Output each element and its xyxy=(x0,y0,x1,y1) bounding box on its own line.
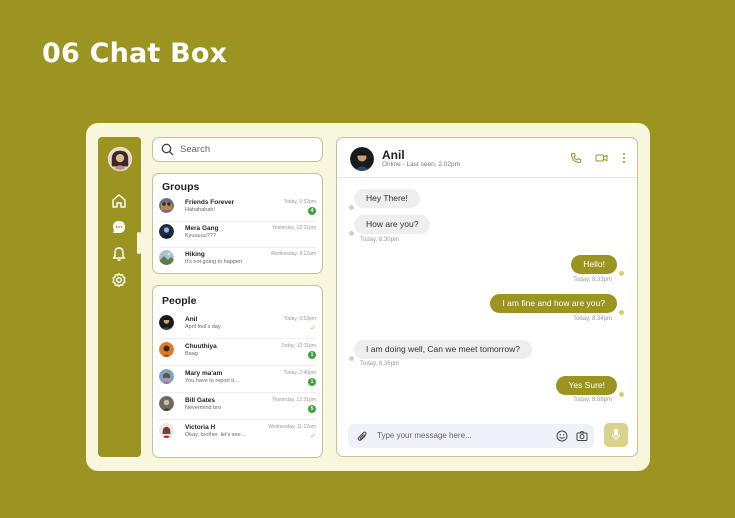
chat-icon[interactable] xyxy=(110,218,128,236)
avatar xyxy=(159,250,174,265)
home-icon[interactable] xyxy=(110,192,128,210)
read-check-icon: ✓ xyxy=(310,325,316,332)
person-time: Wednesday, 11:12am xyxy=(268,424,316,430)
avatar xyxy=(159,396,174,411)
unread-badge: 1 xyxy=(308,378,316,386)
read-check-icon: ✓ xyxy=(310,433,316,440)
person-name: Mary ma'am xyxy=(185,370,223,377)
chat-app-window: Search Groups Friends Forever Hahahahah!… xyxy=(86,123,650,471)
message-time: Today, 8.33pm xyxy=(573,277,612,283)
person-preview: Baag xyxy=(185,351,198,357)
person-name: Chuuthiya xyxy=(185,343,217,350)
groups-panel: Groups Friends Forever Hahahahah! Today,… xyxy=(152,173,323,274)
avatar xyxy=(159,342,174,357)
user-avatar[interactable] xyxy=(108,147,132,171)
contact-avatar[interactable] xyxy=(350,147,374,171)
unread-badge: 1 xyxy=(308,351,316,359)
search-icon xyxy=(161,143,174,156)
voice-message-button[interactable] xyxy=(604,423,628,447)
person-item-chuuthiya[interactable]: Chuuthiya Baag Today, 12:11pm 1 xyxy=(159,339,316,366)
bell-icon[interactable] xyxy=(110,245,128,263)
chat-header: Anil Online - Last seen, 2.02pm xyxy=(337,138,637,178)
camera-icon[interactable] xyxy=(576,430,588,442)
gear-icon[interactable] xyxy=(110,271,128,289)
person-preview: April fool's day xyxy=(185,324,221,330)
unread-badge: 4 xyxy=(308,207,316,215)
message-time: Today, 8.34pm xyxy=(573,316,612,322)
group-name: Mera Gang xyxy=(185,225,219,232)
message-bubble-incoming: How are you? xyxy=(354,215,431,234)
message-placeholder: Type your message here... xyxy=(377,431,472,440)
person-preview: Nevermind bro xyxy=(185,405,222,411)
people-title: People xyxy=(162,295,197,307)
person-time: Today, 9:52pm xyxy=(283,316,316,322)
contact-name: Anil xyxy=(382,148,405,162)
page-title: 06 Chat Box xyxy=(42,38,228,69)
person-item-victoria-h[interactable]: Victoria H Okay, brother. let's see... W… xyxy=(159,420,316,447)
message-dot xyxy=(619,271,624,276)
avatar xyxy=(159,198,174,213)
group-time: Today, 9:52pm xyxy=(283,199,316,205)
message-bubble-incoming: Hey There! xyxy=(354,189,420,208)
person-time: Today, 12:11pm xyxy=(281,343,316,349)
unread-badge: 5 xyxy=(308,405,316,413)
group-time: Wednesday, 9:12am xyxy=(270,251,316,257)
group-preview: It's not going to happen xyxy=(185,259,243,265)
group-item-friends-forever[interactable]: Friends Forever Hahahahah! Today, 9:52pm… xyxy=(159,195,316,222)
microphone-icon xyxy=(612,429,620,441)
active-indicator xyxy=(137,232,141,254)
phone-icon[interactable] xyxy=(570,152,582,164)
person-name: Anil xyxy=(185,316,198,323)
search-input[interactable]: Search xyxy=(152,137,323,162)
message-dot xyxy=(349,205,354,210)
avatar xyxy=(159,423,174,438)
group-item-hiking[interactable]: Hiking It's not going to happen Wednesda… xyxy=(159,247,316,271)
avatar xyxy=(159,315,174,330)
emoji-icon[interactable] xyxy=(556,430,568,442)
group-name: Hiking xyxy=(185,251,205,258)
message-time: Today, 8.30pm xyxy=(360,237,399,243)
message-dot xyxy=(619,310,624,315)
group-preview: Kyuuuuu??? xyxy=(185,233,216,239)
person-time: Yesterday, 12:31pm xyxy=(272,397,316,403)
message-dot xyxy=(349,356,354,361)
message-bubble-outgoing: Hello! xyxy=(571,255,617,274)
person-item-bill-gates[interactable]: Bill Gates Nevermind bro Yesterday, 12:3… xyxy=(159,393,316,420)
avatar xyxy=(159,369,174,384)
contact-status: Online - Last seen, 2.02pm xyxy=(382,161,461,168)
people-panel: People Anil April fool's day Today, 9:52… xyxy=(152,285,323,458)
message-input[interactable]: Type your message here... xyxy=(348,424,594,448)
sidebar xyxy=(98,137,141,457)
chat-window: Anil Online - Last seen, 2.02pm Hey Ther… xyxy=(336,137,638,457)
group-name: Friends Forever xyxy=(185,199,235,206)
person-preview: Okay, brother. let's see... xyxy=(185,432,246,438)
avatar xyxy=(159,224,174,239)
person-item-mary-maam[interactable]: Mary ma'am You have to report it... Toda… xyxy=(159,366,316,393)
message-bubble-outgoing: Yes Sure! xyxy=(556,376,617,395)
group-preview: Hahahahah! xyxy=(185,207,215,213)
message-bubble-outgoing: I am fine and how are you? xyxy=(490,294,617,313)
person-name: Bill Gates xyxy=(185,397,215,404)
group-time: Yesterday, 12:31pm xyxy=(272,225,316,231)
groups-title: Groups xyxy=(162,181,200,193)
person-name: Victoria H xyxy=(185,424,216,431)
video-call-icon[interactable] xyxy=(595,152,608,164)
message-time: Today, 8.58pm xyxy=(573,397,612,403)
group-item-mera-gang[interactable]: Mera Gang Kyuuuuu??? Yesterday, 12:31pm xyxy=(159,221,316,248)
more-options-icon[interactable] xyxy=(622,152,626,164)
person-item-anil[interactable]: Anil April fool's day Today, 9:52pm ✓ xyxy=(159,312,316,339)
message-dot xyxy=(349,231,354,236)
search-placeholder: Search xyxy=(180,144,211,155)
person-preview: You have to report it... xyxy=(185,378,239,384)
attachment-icon[interactable] xyxy=(357,430,368,442)
person-time: Today, 2:40pm xyxy=(283,370,316,376)
message-dot xyxy=(619,392,624,397)
message-time: Today, 8.36pm xyxy=(360,361,399,367)
message-bubble-incoming: I am doing well, Can we meet tomorrow? xyxy=(354,340,533,359)
